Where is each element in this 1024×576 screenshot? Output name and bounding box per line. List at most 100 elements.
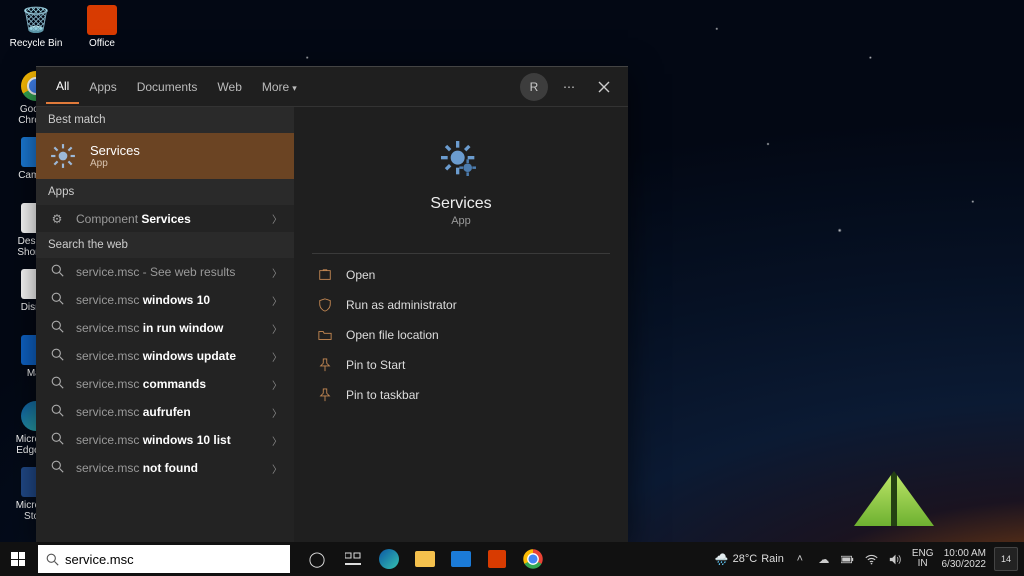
- action-label: Open file location: [346, 328, 439, 342]
- result-detail-pane: Services App Open Run as administrator O…: [294, 107, 628, 542]
- search-input[interactable]: [65, 552, 282, 567]
- notifications-button[interactable]: 14: [994, 547, 1018, 571]
- weather-cond: Rain: [761, 553, 784, 565]
- web-result-item[interactable]: service.msc aufrufen〉: [36, 398, 294, 426]
- best-match-header: Best match: [36, 107, 294, 133]
- desktop-icon-label: Office: [89, 38, 115, 49]
- desktop-icon-office[interactable]: Office: [72, 2, 132, 62]
- search-icon: [48, 292, 66, 308]
- search-web-header: Search the web: [36, 232, 294, 258]
- pin-icon: [316, 356, 334, 374]
- result-label: service.msc windows 10: [76, 293, 262, 307]
- apps-header: Apps: [36, 179, 294, 205]
- web-result-item[interactable]: service.msc - See web results 〉: [36, 258, 294, 286]
- web-result-item[interactable]: service.msc in run window 〉: [36, 314, 294, 342]
- clock-date: 6/30/2022: [942, 559, 987, 570]
- divider: [312, 253, 610, 254]
- task-view-button[interactable]: [336, 542, 370, 576]
- chevron-right-icon: 〉: [272, 265, 282, 280]
- clock-time: 10:00 AM: [944, 548, 986, 559]
- taskbar-clock[interactable]: 10:00 AM 6/30/2022: [942, 548, 987, 570]
- result-label: service.msc commands: [76, 377, 262, 391]
- user-avatar[interactable]: R: [520, 73, 548, 101]
- action-label: Pin to taskbar: [346, 388, 419, 402]
- web-result-item[interactable]: service.msc windows 10 〉: [36, 286, 294, 314]
- best-match-item[interactable]: Services App: [36, 133, 294, 179]
- more-options-button[interactable]: ⋯: [556, 73, 584, 101]
- office-icon: [84, 2, 120, 38]
- search-icon: [48, 460, 66, 476]
- search-icon: [46, 553, 59, 566]
- search-icon: [48, 432, 66, 448]
- detail-subtitle: App: [451, 215, 471, 227]
- chevron-right-icon: 〉: [272, 211, 282, 226]
- result-label: Component Services: [76, 212, 262, 226]
- weather-temp: 28°C: [733, 553, 758, 565]
- results-list: Best match Services App Apps ⚙ Component…: [36, 107, 294, 542]
- open-icon: [316, 266, 334, 284]
- taskbar-mail[interactable]: [444, 542, 478, 576]
- best-match-title: Services: [90, 143, 140, 158]
- weather-widget[interactable]: 🌧️ 28°C Rain: [715, 553, 784, 566]
- action-open[interactable]: Open: [312, 260, 610, 290]
- onedrive-icon[interactable]: ☁: [816, 551, 832, 567]
- result-label: service.msc aufrufen: [76, 405, 262, 419]
- result-label: service.msc - See web results: [76, 265, 262, 279]
- taskbar-explorer[interactable]: [408, 542, 442, 576]
- battery-icon[interactable]: [840, 551, 856, 567]
- tab-all[interactable]: All: [46, 69, 79, 104]
- taskbar-search-box[interactable]: [38, 545, 290, 573]
- tab-more[interactable]: More▾: [252, 70, 307, 103]
- taskbar-pinned: ◯: [300, 542, 550, 576]
- tab-apps[interactable]: Apps: [79, 70, 126, 103]
- start-button[interactable]: [0, 542, 36, 576]
- search-icon: [48, 376, 66, 392]
- wifi-icon[interactable]: [864, 551, 880, 567]
- result-label: service.msc in run window: [76, 321, 262, 335]
- result-label: service.msc windows update: [76, 349, 262, 363]
- gear-icon: ⚙: [48, 212, 66, 226]
- search-icon: [48, 264, 66, 280]
- taskbar-edge[interactable]: [372, 542, 406, 576]
- language-indicator[interactable]: ENG IN: [912, 549, 934, 570]
- web-result-item[interactable]: service.msc windows 10 list〉: [36, 426, 294, 454]
- search-icon: [48, 320, 66, 336]
- chevron-right-icon: 〉: [272, 377, 282, 392]
- trash-icon: 🗑️: [18, 2, 54, 38]
- web-result-item[interactable]: service.msc not found〉: [36, 454, 294, 482]
- chevron-right-icon: 〉: [272, 321, 282, 336]
- action-label: Pin to Start: [346, 358, 405, 372]
- cortana-button[interactable]: ◯: [300, 542, 334, 576]
- close-panel-button[interactable]: [590, 73, 618, 101]
- result-component-services[interactable]: ⚙ Component Services 〉: [36, 205, 294, 232]
- folder-icon: [316, 326, 334, 344]
- cloud-icon: 🌧️: [715, 553, 729, 566]
- taskbar-chrome[interactable]: [516, 542, 550, 576]
- wallpaper-tent: [854, 471, 934, 526]
- web-result-item[interactable]: service.msc commands 〉: [36, 370, 294, 398]
- start-search-panel: All Apps Documents Web More▾ R ⋯ Best ma…: [36, 66, 628, 542]
- tab-web[interactable]: Web: [207, 70, 251, 103]
- chevron-down-icon: ▾: [292, 83, 297, 93]
- result-label: service.msc windows 10 list: [76, 433, 262, 447]
- chevron-right-icon: 〉: [272, 349, 282, 364]
- action-open-location[interactable]: Open file location: [312, 320, 610, 350]
- web-result-item[interactable]: service.msc windows update 〉: [36, 342, 294, 370]
- close-icon: [598, 81, 610, 93]
- tab-more-label: More: [262, 80, 289, 94]
- desktop-icon-label: Recycle Bin: [10, 38, 63, 49]
- search-icon: [48, 348, 66, 364]
- action-pin-start[interactable]: Pin to Start: [312, 350, 610, 380]
- action-label: Run as administrator: [346, 298, 457, 312]
- desktop-icon-recycle-bin[interactable]: 🗑️ Recycle Bin: [6, 2, 66, 62]
- search-filter-tabs: All Apps Documents Web More▾ R ⋯: [36, 67, 628, 107]
- tray-chevron-up-icon[interactable]: ˄: [792, 551, 808, 567]
- action-pin-taskbar[interactable]: Pin to taskbar: [312, 380, 610, 410]
- volume-icon[interactable]: [888, 551, 904, 567]
- action-run-admin[interactable]: Run as administrator: [312, 290, 610, 320]
- taskbar-office[interactable]: [480, 542, 514, 576]
- chevron-right-icon: 〉: [272, 293, 282, 308]
- tab-documents[interactable]: Documents: [127, 70, 208, 103]
- search-icon: [48, 404, 66, 420]
- pin-icon: [316, 386, 334, 404]
